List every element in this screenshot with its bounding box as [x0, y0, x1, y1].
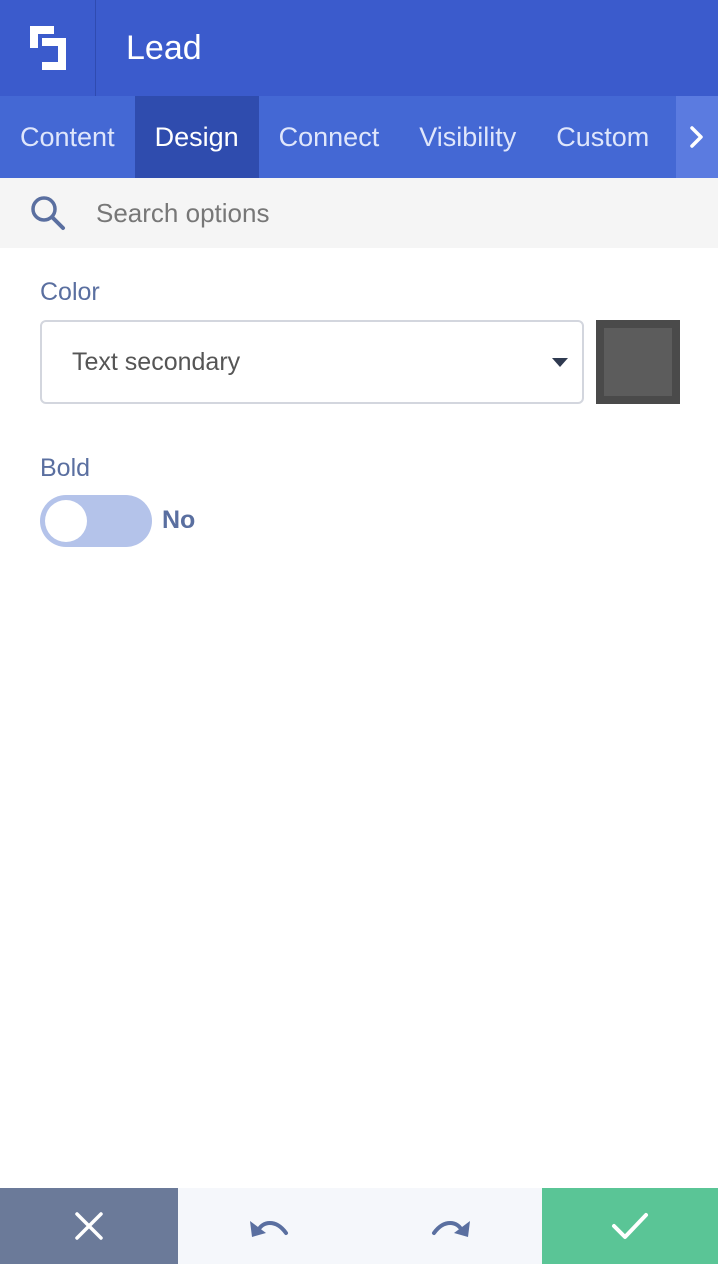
page-title: Lead [126, 28, 202, 67]
confirm-button[interactable] [542, 1188, 718, 1264]
color-swatch-preview [604, 328, 672, 396]
toggle-knob [45, 500, 87, 542]
tab-custom[interactable]: Custom [536, 96, 669, 178]
search-input[interactable] [96, 197, 676, 229]
undo-icon [250, 1221, 288, 1237]
color-swatch[interactable] [596, 320, 680, 404]
search-icon [0, 178, 96, 248]
chevron-right-icon [690, 126, 703, 148]
tab-bar: Content Design Connect Visibility Custom [0, 96, 718, 178]
undo-button[interactable] [178, 1188, 360, 1264]
bold-toggle-state: No [162, 506, 196, 534]
color-select-value: Text secondary [72, 347, 241, 376]
tab-connect[interactable]: Connect [259, 96, 400, 178]
tabs-scroll-right-button[interactable] [676, 96, 718, 178]
color-select[interactable]: Text secondary [40, 320, 584, 404]
app-header: Lead [0, 0, 718, 96]
bold-toggle[interactable] [40, 495, 152, 547]
redo-button[interactable] [360, 1188, 542, 1264]
search-bar [0, 178, 718, 248]
caret-down-icon [552, 358, 568, 367]
tab-visibility[interactable]: Visibility [399, 96, 536, 178]
cancel-button[interactable] [0, 1188, 178, 1264]
tab-content[interactable]: Content [0, 96, 135, 178]
bold-label: Bold [40, 454, 91, 482]
redo-icon [432, 1221, 470, 1237]
builder-logo-icon [29, 26, 66, 70]
tab-design[interactable]: Design [134, 96, 259, 178]
logo[interactable] [0, 0, 96, 96]
check-icon [612, 1213, 648, 1239]
action-bar [0, 1188, 718, 1264]
close-icon [75, 1212, 103, 1240]
color-label: Color [40, 278, 100, 306]
